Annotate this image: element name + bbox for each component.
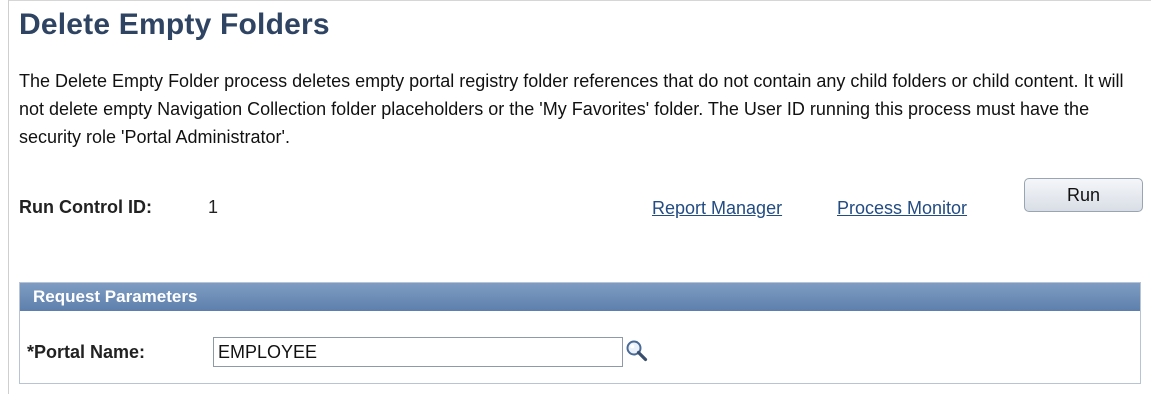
run-control-id-label: Run Control ID: (19, 197, 152, 217)
report-manager-link[interactable]: Report Manager (652, 198, 782, 219)
process-monitor-link[interactable]: Process Monitor (837, 198, 967, 219)
page-title: Delete Empty Folders (19, 8, 330, 41)
run-control-id-value: 1 (208, 197, 219, 217)
portal-name-input[interactable] (213, 337, 623, 367)
run-button[interactable]: Run (1024, 178, 1143, 212)
request-parameters-panel: Request Parameters *Portal Name: (19, 282, 1141, 384)
top-divider (8, 0, 1151, 1)
magnifier-lookup-icon[interactable] (624, 338, 650, 364)
portal-name-label: *Portal Name: (27, 342, 146, 362)
request-parameters-header: Request Parameters (20, 283, 1140, 311)
left-divider (8, 0, 9, 394)
page-description: The Delete Empty Folder process deletes … (19, 71, 1124, 147)
